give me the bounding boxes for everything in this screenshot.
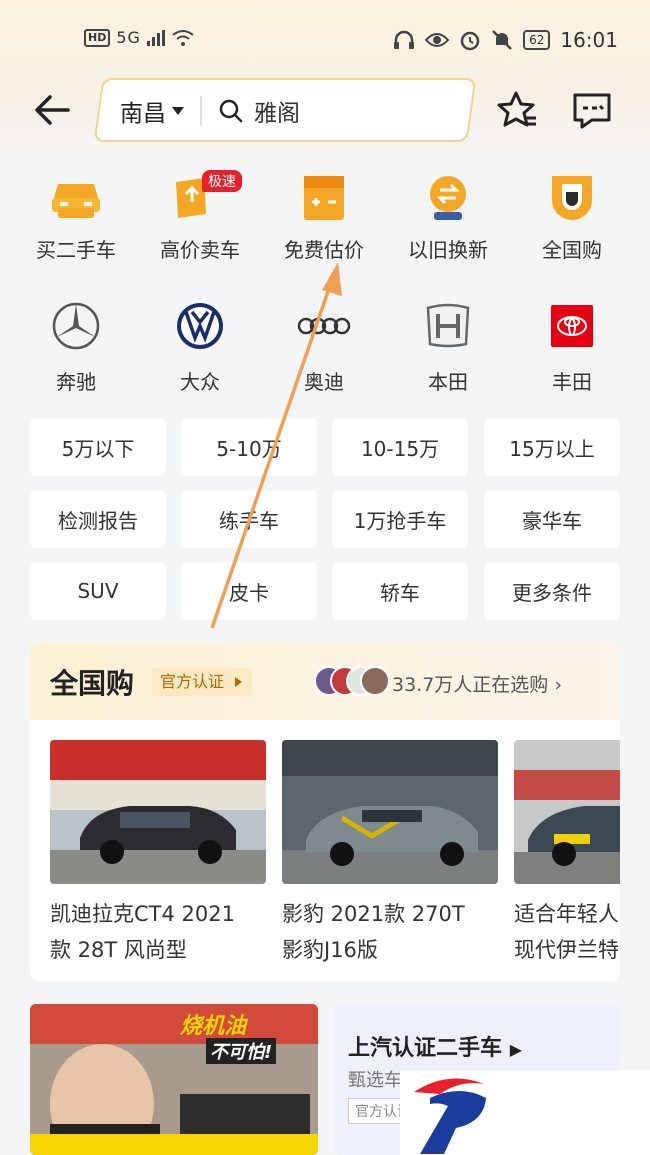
filter-more-conditions[interactable]: 更多条件 xyxy=(484,562,620,620)
search-content[interactable]: 南昌 雅阁 xyxy=(120,90,300,132)
exchange-icon xyxy=(430,176,466,220)
search-query[interactable]: 雅阁 xyxy=(254,94,300,128)
buyer-avatars xyxy=(314,666,390,698)
video-tag-not-scary: 不可怕! xyxy=(206,1038,277,1064)
filter-over-15w[interactable]: 15万以上 xyxy=(484,418,620,476)
mercedes-logo-icon xyxy=(52,302,100,350)
car-photo xyxy=(514,740,620,884)
promo-title-text: 上汽认证二手车 xyxy=(348,1036,503,1061)
honda-logo-icon xyxy=(426,303,470,348)
menu-nationwide[interactable]: 全国购 xyxy=(510,172,634,263)
status-bar: HD 5G 62 16:01 xyxy=(0,22,650,58)
play-triangle-icon: ▶ xyxy=(509,1040,522,1059)
car-card-elantra[interactable]: 适合年轻人 现代伊兰特 xyxy=(514,740,620,968)
menu-label: 以旧换新 xyxy=(408,238,488,262)
brand-label: 大众 xyxy=(180,370,220,394)
search-divider xyxy=(200,96,202,126)
brand-label: 奔驰 xyxy=(56,370,96,394)
filter-under-5w[interactable]: 5万以下 xyxy=(30,418,166,476)
menu-label: 高价卖车 xyxy=(160,238,240,262)
filter-1w-hot-car[interactable]: 1万抢手车 xyxy=(332,490,468,548)
car-photo xyxy=(282,740,498,884)
nationwide-title: 全国购 xyxy=(50,667,135,700)
brand-volkswagen[interactable]: 大众 xyxy=(138,300,262,395)
wifi-icon xyxy=(172,29,194,46)
avatar xyxy=(360,666,390,696)
filter-sedan[interactable]: 轿车 xyxy=(332,562,468,620)
buying-count[interactable]: 33.7万人正在选购 › xyxy=(392,670,562,697)
brand-mercedes[interactable]: 奔驰 xyxy=(14,300,138,395)
car-card-cadillac[interactable]: 凯迪拉克CT4 2021 款 28T 风尚型 xyxy=(50,740,266,968)
search-icon xyxy=(219,99,243,123)
caret-down-icon xyxy=(172,107,184,115)
chevron-right-icon: › xyxy=(554,674,562,696)
menu-label: 买二手车 xyxy=(36,238,116,262)
video-card[interactable]: 烧机油 不可怕! xyxy=(30,1004,318,1155)
car-card-yingbao[interactable]: 影豹 2021款 270T 影豹J16版 xyxy=(282,740,498,968)
car-photo xyxy=(50,740,266,884)
menu-free-valuation[interactable]: 免费估价 xyxy=(262,172,386,263)
city-selector[interactable]: 南昌 xyxy=(120,94,184,128)
mute-icon xyxy=(492,30,512,50)
video-tag-burning-oil: 烧机油 xyxy=(180,1014,247,1039)
nationwide-header[interactable]: 全国购 官方认证 33.7万人正在选购 › xyxy=(30,642,620,720)
filter-inspection-report[interactable]: 检测报告 xyxy=(30,490,166,548)
shield-icon xyxy=(552,176,592,220)
back-arrow-icon[interactable] xyxy=(30,88,74,132)
headphones-icon xyxy=(394,30,415,49)
brand-toyota[interactable]: 丰田 xyxy=(510,300,634,395)
alarm-icon xyxy=(460,31,480,51)
brand-honda[interactable]: 本田 xyxy=(386,300,510,395)
brand-label: 本田 xyxy=(428,370,468,394)
menu-label: 全国购 xyxy=(542,238,602,262)
calculator-icon xyxy=(304,176,344,220)
menu-buy-used-car[interactable]: 买二手车 xyxy=(14,172,138,263)
car-title: 影豹 2021款 270T 影豹J16版 xyxy=(282,902,465,962)
message-icon[interactable] xyxy=(570,88,614,132)
filter-practice-car[interactable]: 练手车 xyxy=(181,490,317,548)
buying-text: 33.7万人正在选购 xyxy=(392,674,549,696)
brand-audi[interactable]: 奥迪 xyxy=(262,300,386,395)
brand-watermark-icon xyxy=(414,1078,486,1154)
brand-label: 奥迪 xyxy=(304,370,344,394)
car-title: 凯迪拉克CT4 2021 款 28T 风尚型 xyxy=(50,902,235,962)
eye-icon xyxy=(425,33,450,47)
clock: 16:01 xyxy=(560,28,618,52)
city-label: 南昌 xyxy=(120,101,166,127)
hd-indicator: HD xyxy=(84,28,111,47)
promo-title: 上汽认证二手车 ▶ xyxy=(348,1030,522,1062)
video-thumbnail xyxy=(30,1004,318,1155)
filter-10-15w[interactable]: 10-15万 xyxy=(332,418,468,476)
brand-label: 丰田 xyxy=(552,370,592,394)
audi-logo-icon xyxy=(297,317,351,335)
speed-badge: 极速 xyxy=(202,170,242,192)
filter-luxury-car[interactable]: 豪华车 xyxy=(484,490,620,548)
menu-label: 免费估价 xyxy=(284,238,364,262)
cert-label: 官方认证 xyxy=(160,672,225,691)
menu-trade-in[interactable]: 以旧换新 xyxy=(386,172,510,263)
car-icon xyxy=(52,184,100,218)
favorites-star-icon[interactable] xyxy=(496,88,540,132)
floating-watermark xyxy=(400,1070,650,1155)
filter-5-10w[interactable]: 5-10万 xyxy=(181,418,317,476)
menu-sell-car[interactable]: 极速 高价卖车 xyxy=(138,170,262,263)
filter-pickup[interactable]: 皮卡 xyxy=(181,562,317,620)
nationwide-section: 全国购 官方认证 33.7万人正在选购 › 凯迪拉克CT4 2021 款 28T… xyxy=(30,642,620,982)
official-cert-tag[interactable]: 官方认证 xyxy=(152,668,253,696)
filter-suv[interactable]: SUV xyxy=(30,562,166,620)
volkswagen-logo-icon xyxy=(177,303,223,349)
car-title: 适合年轻人 现代伊兰特 xyxy=(514,902,619,962)
play-triangle-icon xyxy=(235,677,243,687)
signal-icon xyxy=(146,29,165,46)
network-type: 5G xyxy=(116,28,141,47)
toyota-logo-icon xyxy=(551,305,593,347)
battery-level: 62 xyxy=(523,30,551,50)
